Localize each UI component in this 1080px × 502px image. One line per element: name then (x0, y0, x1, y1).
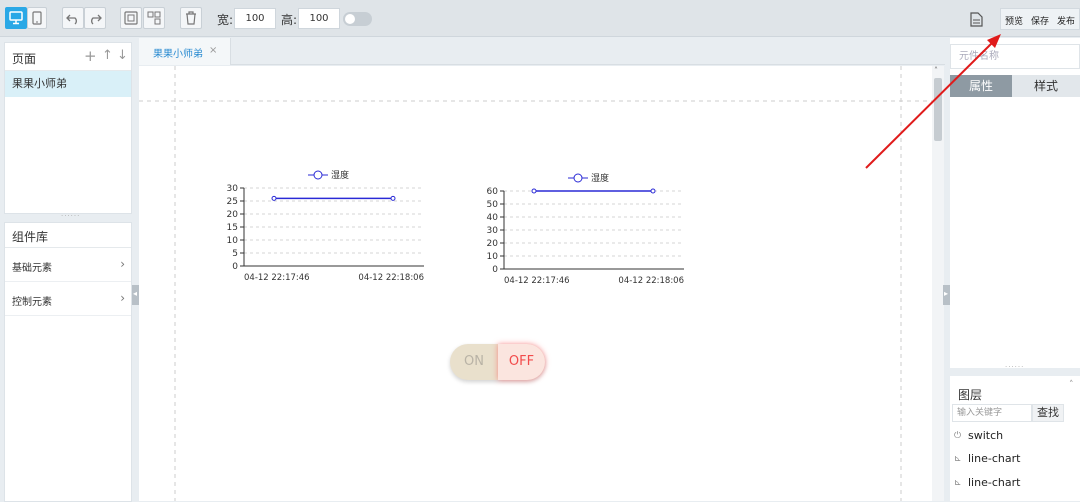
layer-item-chart[interactable]: ⊾ line-chart (954, 449, 1066, 471)
redo-icon (91, 14, 102, 25)
copy-button[interactable] (120, 7, 142, 29)
collapse-right-button[interactable]: ▸ (943, 285, 950, 305)
height-input[interactable]: 100 (298, 8, 340, 29)
library-header: 组件库 (5, 223, 131, 248)
chevron-right-icon: › (120, 291, 125, 305)
width-label: 宽: (217, 13, 234, 27)
library-item-basic[interactable]: 基础元素 › (5, 248, 131, 282)
group-icon (147, 11, 161, 25)
chart-icon: ⊾ (954, 454, 962, 464)
pages-panel-header: 页面 + ↑ ↓ (5, 43, 131, 71)
toolbar: 宽: 100 高: 100 预览 保存 发布 (0, 0, 1080, 37)
toggle-knob (345, 14, 355, 24)
chevron-right-icon: › (120, 257, 125, 271)
close-icon[interactable]: × (209, 45, 217, 56)
scrollbar-thumb[interactable] (934, 78, 942, 141)
layer-item-chart[interactable]: ⊾ line-chart (954, 473, 1066, 495)
redo-button[interactable] (84, 7, 106, 29)
delete-button[interactable] (180, 7, 202, 29)
pages-panel: 页面 + ↑ ↓ 果果小师弟 ...... (4, 42, 132, 218)
page-item[interactable]: 果果小师弟 (5, 71, 131, 97)
action-buttons: 预览 保存 发布 (1000, 8, 1080, 30)
switch-off-label[interactable]: OFF (498, 344, 545, 380)
desktop-view-button[interactable] (5, 7, 27, 29)
ratio-lock-toggle[interactable] (343, 12, 372, 26)
chevron-up-icon[interactable]: ˄ (1069, 380, 1074, 390)
move-up-icon[interactable]: ↑ (102, 48, 113, 63)
design-canvas[interactable] (139, 66, 932, 501)
height-label: 高: (281, 13, 298, 27)
pages-title: 页面 (12, 52, 37, 66)
canvas-tab-bar: 果果小师弟 × (139, 38, 945, 65)
document-icon[interactable] (970, 12, 983, 30)
switch-on-label[interactable]: ON (450, 344, 498, 380)
width-input[interactable]: 100 (234, 8, 276, 29)
canvas-guides (139, 66, 932, 501)
power-icon: ⏻ (954, 431, 962, 441)
properties-panel: 元件名称 属性 样式 ...... (950, 38, 1080, 369)
save-button[interactable]: 保存 (1031, 14, 1049, 27)
layers-title: 图层 (958, 388, 983, 402)
library-item-label: 基础元素 (12, 263, 52, 274)
chart-icon: ⊾ (954, 478, 962, 488)
group-button[interactable] (143, 7, 165, 29)
switch-widget[interactable]: ON OFF (450, 344, 545, 380)
tab-label: 果果小师弟 (153, 49, 203, 60)
tab-style[interactable]: 样式 (1012, 75, 1080, 97)
layer-item-label: switch (968, 429, 1004, 442)
find-button[interactable]: 查找 (1032, 404, 1064, 422)
resize-handle-icon[interactable]: ...... (1005, 361, 1024, 369)
library-title: 组件库 (12, 230, 49, 244)
undo-icon (66, 14, 77, 25)
phone-icon (32, 11, 42, 25)
component-library-panel: 组件库 基础元素 › 控制元素 › (4, 222, 132, 502)
move-down-icon[interactable]: ↓ (117, 48, 128, 63)
library-item-control[interactable]: 控制元素 › (5, 282, 131, 316)
layer-item-switch[interactable]: ⏻ switch (954, 426, 1066, 448)
preview-button[interactable]: 预览 (1005, 14, 1023, 27)
add-page-icon[interactable]: + (84, 47, 97, 65)
tab-properties[interactable]: 属性 (950, 75, 1012, 97)
layer-item-label: line-chart (968, 452, 1021, 465)
trash-icon (186, 11, 196, 25)
element-name-input[interactable]: 元件名称 (950, 44, 1080, 69)
layer-item-label: line-chart (968, 476, 1021, 489)
properties-tabs: 属性 样式 (950, 75, 1080, 97)
monitor-icon (9, 11, 23, 25)
undo-button[interactable] (62, 7, 84, 29)
layer-search-input[interactable]: 输入关键字 (952, 404, 1032, 422)
resize-handle-icon[interactable]: ...... (61, 210, 80, 218)
library-item-label: 控制元素 (12, 297, 52, 308)
copy-icon (124, 11, 138, 25)
collapse-left-button[interactable]: ◂ (132, 285, 139, 305)
mobile-view-button[interactable] (27, 7, 47, 29)
layers-panel: 图层 ˄ 输入关键字 查找 ⏻ switch ⊾ line-chart ⊾ li… (950, 376, 1080, 501)
publish-button[interactable]: 发布 (1057, 14, 1075, 27)
tab-page[interactable]: 果果小师弟 × (139, 38, 231, 65)
